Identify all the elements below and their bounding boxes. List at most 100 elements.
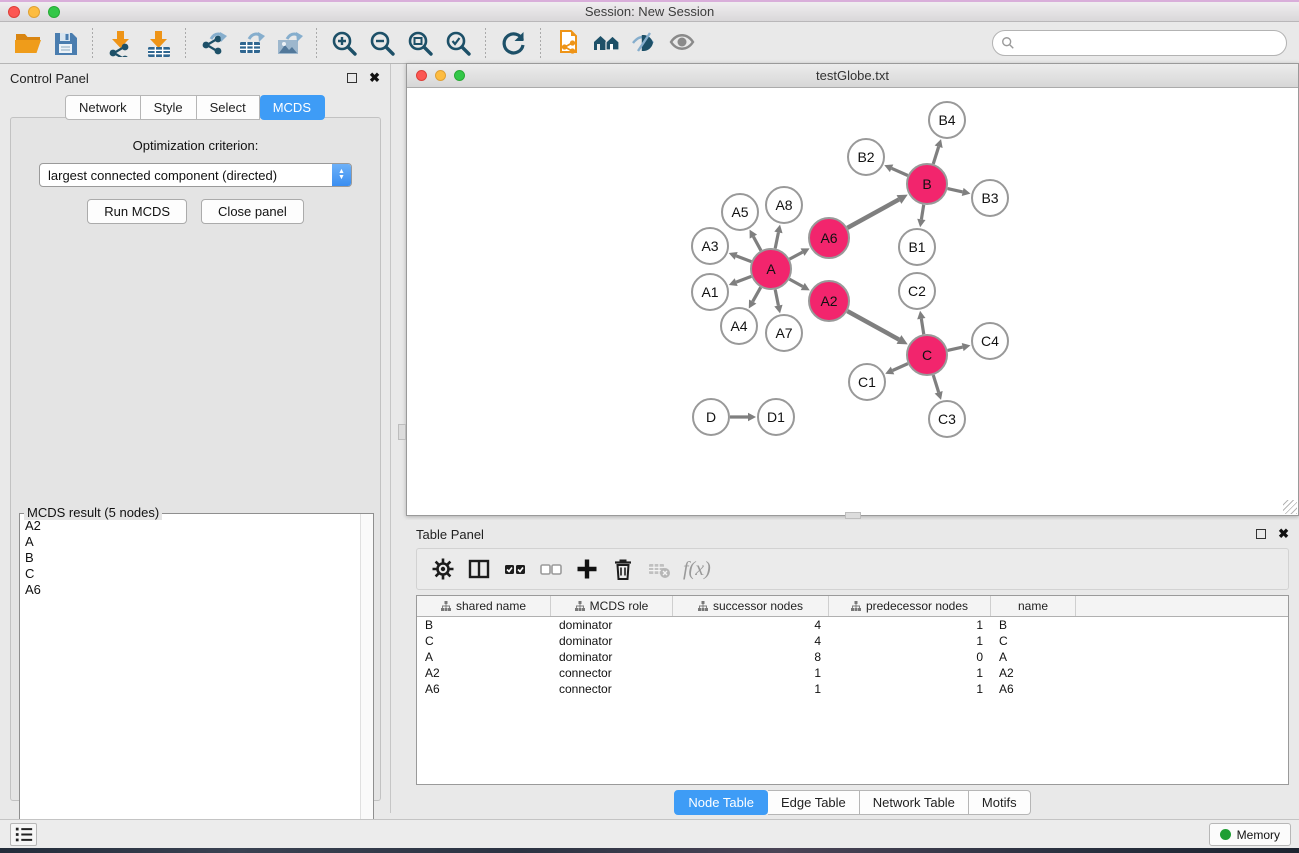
zoom-fit-icon[interactable] (403, 27, 437, 59)
tab-node-table[interactable]: Node Table (674, 790, 768, 815)
graph-edge-B-B2[interactable] (892, 168, 908, 175)
table-cell[interactable]: connector (551, 681, 673, 697)
select-all-icon[interactable] (497, 552, 533, 586)
column-header-successor-nodes[interactable]: successor nodes (673, 596, 829, 616)
graph-edge-A2-C[interactable] (847, 311, 899, 339)
graph-node-B2[interactable]: B2 (848, 139, 884, 175)
table-cell[interactable]: C (417, 633, 551, 649)
graph-edge-A-A3[interactable] (736, 256, 751, 262)
import-network-icon[interactable] (103, 27, 137, 59)
table-row[interactable]: Cdominator41C (417, 633, 1288, 649)
graph-node-D[interactable]: D (693, 399, 729, 435)
table-float-panel-icon[interactable] (1256, 529, 1266, 539)
table-close-panel-icon[interactable]: ✖ (1278, 526, 1289, 542)
table-cell[interactable]: 4 (673, 617, 829, 633)
table-cell[interactable]: A (991, 649, 1076, 665)
float-panel-icon[interactable] (347, 73, 357, 83)
graph-edge-A-A8[interactable] (775, 232, 778, 248)
show-column-icon[interactable] (461, 552, 497, 586)
export-table-icon[interactable] (234, 27, 268, 59)
export-image-icon[interactable] (272, 27, 306, 59)
table-cell[interactable]: dominator (551, 649, 673, 665)
graph-node-A7[interactable]: A7 (766, 315, 802, 351)
graph-edge-B-B4[interactable] (933, 147, 938, 164)
zoom-selected-icon[interactable] (441, 27, 475, 59)
search-input[interactable] (1015, 33, 1286, 53)
graph-edge-C-C2[interactable] (921, 319, 923, 335)
graph-node-A1[interactable]: A1 (692, 274, 728, 310)
graph-node-A2[interactable]: A2 (809, 281, 849, 321)
column-header-name[interactable]: name (991, 596, 1076, 616)
task-history-button[interactable] (10, 823, 37, 846)
delete-column-icon[interactable] (605, 552, 641, 586)
graph-node-C1[interactable]: C1 (849, 364, 885, 400)
add-column-icon[interactable] (569, 552, 605, 586)
mcds-result-item[interactable]: C (21, 566, 359, 582)
graph-node-A[interactable]: A (751, 249, 791, 289)
graph-node-B3[interactable]: B3 (972, 180, 1008, 216)
table-cell[interactable]: 0 (829, 649, 991, 665)
graph-node-D1[interactable]: D1 (758, 399, 794, 435)
home-icon[interactable] (589, 27, 623, 59)
deselect-all-icon[interactable] (533, 552, 569, 586)
horizontal-splitter-handle[interactable] (845, 512, 861, 519)
tab-edge-table[interactable]: Edge Table (768, 790, 860, 815)
memory-button[interactable]: Memory (1209, 823, 1291, 846)
refresh-icon[interactable] (496, 27, 530, 59)
graph-edge-A-A7[interactable] (775, 290, 778, 306)
network-zoom-button[interactable] (454, 70, 465, 81)
import-table-icon[interactable] (141, 27, 175, 59)
graph-edge-C-C3[interactable] (933, 375, 938, 392)
mcds-result-scrollbar[interactable] (360, 514, 373, 847)
table-cell[interactable]: A2 (991, 665, 1076, 681)
close-window-button[interactable] (8, 6, 20, 18)
minimize-window-button[interactable] (28, 6, 40, 18)
graph-edge-B-B3[interactable] (947, 189, 962, 192)
table-row[interactable]: Adominator80A (417, 649, 1288, 665)
show-graphics-icon[interactable] (665, 27, 699, 59)
table-cell[interactable]: A2 (417, 665, 551, 681)
graph-edge-A-A6[interactable] (790, 252, 803, 259)
function-builder-button[interactable]: f(x) (683, 558, 711, 581)
open-session-icon[interactable] (10, 27, 44, 59)
graph-edge-A6-B[interactable] (847, 199, 899, 227)
table-cell[interactable]: C (991, 633, 1076, 649)
graph-node-C2[interactable]: C2 (899, 273, 935, 309)
graph-node-A5[interactable]: A5 (722, 194, 758, 230)
table-cell[interactable]: 4 (673, 633, 829, 649)
graph-node-C[interactable]: C (907, 335, 947, 375)
graph-node-A4[interactable]: A4 (721, 308, 757, 344)
mcds-result-item[interactable]: B (21, 550, 359, 566)
zoom-out-icon[interactable] (365, 27, 399, 59)
table-cell[interactable]: 1 (673, 681, 829, 697)
close-panel-icon[interactable]: ✖ (369, 70, 380, 86)
graph-node-C4[interactable]: C4 (972, 323, 1008, 359)
table-cell[interactable]: A (417, 649, 551, 665)
window-resize-grip[interactable] (1283, 500, 1297, 514)
run-mcds-button[interactable]: Run MCDS (87, 199, 187, 224)
table-cell[interactable]: 1 (829, 681, 991, 697)
mcds-result-item[interactable]: A2 (21, 518, 359, 534)
graph-node-B4[interactable]: B4 (929, 102, 965, 138)
network-close-button[interactable] (416, 70, 427, 81)
graph-edge-A-A5[interactable] (753, 237, 761, 251)
vertical-splitter-handle[interactable] (398, 424, 406, 440)
network-minimize-button[interactable] (435, 70, 446, 81)
table-row[interactable]: A6connector11A6 (417, 681, 1288, 697)
table-cell[interactable]: B (991, 617, 1076, 633)
graph-node-A6[interactable]: A6 (809, 218, 849, 258)
graph-edge-A-A1[interactable] (736, 276, 751, 282)
graph-node-B[interactable]: B (907, 164, 947, 204)
table-cell[interactable]: A6 (417, 681, 551, 697)
close-panel-button[interactable]: Close panel (201, 199, 304, 224)
tab-network-table[interactable]: Network Table (860, 790, 969, 815)
table-cell[interactable]: 1 (829, 665, 991, 681)
criterion-dropdown[interactable]: largest connected component (directed) ▲… (39, 163, 352, 187)
graph-node-C3[interactable]: C3 (929, 401, 965, 437)
mcds-result-item[interactable]: A (21, 534, 359, 550)
graph-node-A8[interactable]: A8 (766, 187, 802, 223)
tab-select[interactable]: Select (197, 95, 260, 120)
network-from-file-icon[interactable] (551, 27, 585, 59)
zoom-window-button[interactable] (48, 6, 60, 18)
mcds-result-item[interactable]: A6 (21, 582, 359, 598)
